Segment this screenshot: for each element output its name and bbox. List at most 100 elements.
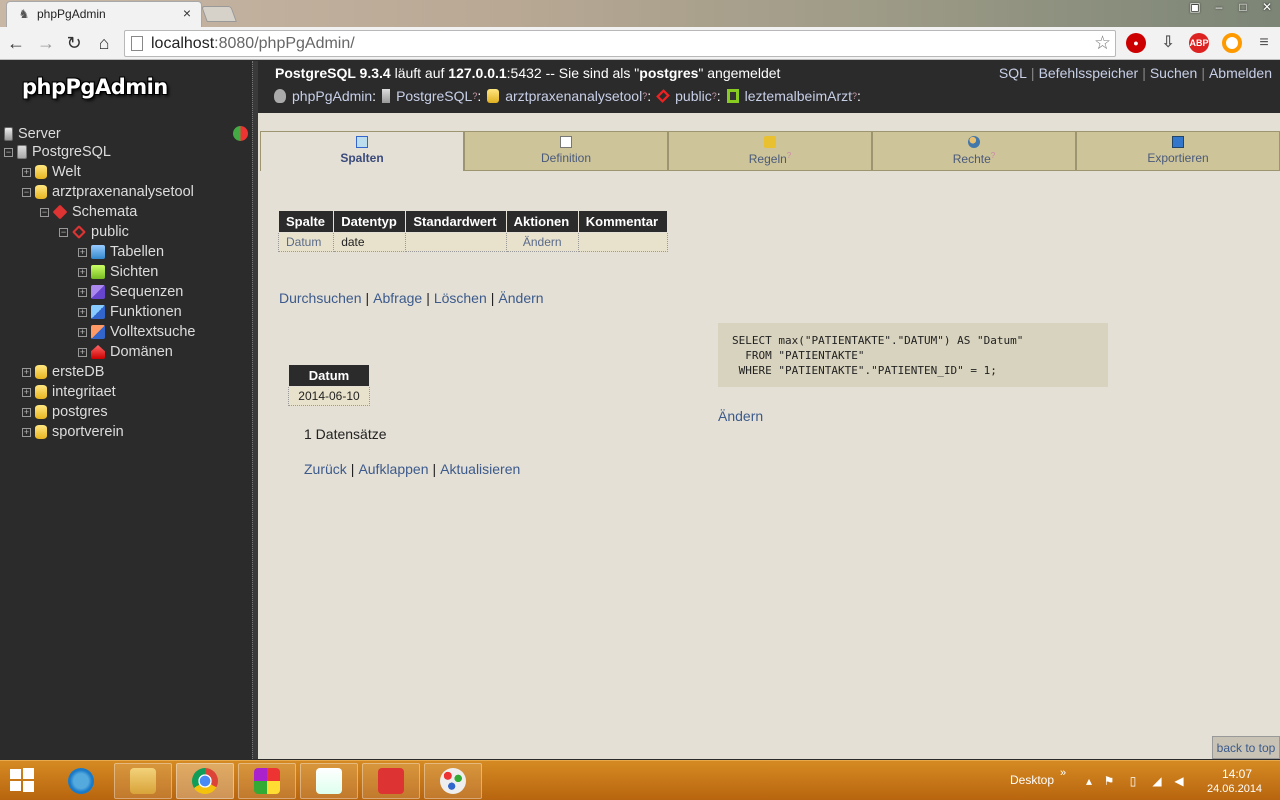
collapse-icon[interactable]: − [59,227,68,237]
top-bar: PostgreSQL 9.3.4 läuft auf 127.0.0.1:543… [258,61,1280,113]
tree-item-volltextsuche[interactable]: + Volltextsuche [78,322,195,342]
help-icon[interactable]: ? [991,151,995,160]
tree-item-sportverein[interactable]: + sportverein [22,422,124,442]
tree-item-arztpraxenanalysetool[interactable]: − arztpraxenanalysetool [22,182,194,202]
volume-icon[interactable]: ◀ [1172,774,1186,788]
tree-item-erstedb[interactable]: + ersteDB [22,362,104,382]
expand-icon[interactable]: + [78,267,87,277]
new-tab-button[interactable] [201,6,237,22]
expand-icon[interactable]: + [78,327,87,337]
expand-icon[interactable]: + [22,167,31,177]
bookmark-star-icon[interactable]: ☆ [1094,32,1111,55]
address-bar[interactable]: localhost:8080/phpPgAdmin/ ☆ [124,30,1116,57]
tab-close-icon[interactable]: × [183,5,191,21]
alter-column-link[interactable]: Ändern [505,232,579,252]
browser-tab[interactable]: ♞ phpPgAdmin × [6,1,202,27]
expand-icon[interactable]: + [78,347,87,357]
tab-exportieren[interactable]: Exportieren [1076,131,1280,171]
database-icon [35,185,47,199]
expand-icon[interactable]: + [78,287,87,297]
crumb-server[interactable]: PostgreSQL [396,88,472,104]
signal-icon[interactable]: ◢ [1150,774,1164,788]
office-icon[interactable] [238,763,296,799]
tree-item-sichten[interactable]: + Sichten [78,262,158,282]
crumb-app[interactable]: phpPgAdmin [292,88,372,104]
chevron-up-icon[interactable]: ▴ [1082,774,1096,788]
adblock-icon[interactable]: ABP [1189,33,1209,53]
expand-icon[interactable]: + [22,387,31,397]
tab-rechte[interactable]: Rechte? [872,131,1076,171]
explorer-icon[interactable] [114,763,172,799]
windows-start-icon[interactable] [10,768,36,793]
stop-icon[interactable]: ● [1126,33,1146,53]
music-icon[interactable] [362,763,420,799]
clock-time[interactable]: 14:07 [1222,767,1252,781]
flag-icon[interactable]: ⚑ [1102,774,1116,788]
download-icon[interactable]: ⇩ [1158,33,1178,53]
back-link[interactable]: Zurück [304,461,347,477]
tree-item-postgres[interactable]: + postgres [22,402,108,422]
chevron-icon[interactable]: » [1060,767,1066,779]
forward-arrow-icon[interactable]: → [36,33,56,53]
desktop-toolbar-label[interactable]: Desktop [1010,773,1054,787]
crumb-view[interactable]: leztemalbeimArzt [745,88,852,104]
tree-item-server[interactable]: Server [4,124,61,144]
expand-icon[interactable]: + [22,427,31,437]
opera-icon[interactable] [1222,33,1242,53]
columns-table: Spalte Datentyp Standardwert Aktionen Ko… [277,210,669,252]
back-to-top-button[interactable]: back to top [1212,736,1280,759]
refresh-tree-icon[interactable] [233,126,248,141]
paint-icon[interactable] [424,763,482,799]
browse-link[interactable]: Durchsuchen [279,290,362,306]
search-link[interactable]: Suchen [1150,65,1197,81]
alter-link[interactable]: Ändern [498,290,543,306]
expand-link[interactable]: Aufklappen [358,461,428,477]
edit-definition-link[interactable]: Ändern [718,408,763,424]
battery-icon[interactable]: ▯ [1126,774,1140,788]
crumb-schema[interactable]: public [675,88,712,104]
tree-item-postgresql[interactable]: − PostgreSQL [4,142,111,162]
sql-link[interactable]: SQL [999,65,1027,81]
delete-link[interactable]: Löschen [434,290,487,306]
crumb-database[interactable]: arztpraxenanalysetool [505,88,642,104]
refresh-link[interactable]: Aktualisieren [440,461,520,477]
close-window-icon[interactable]: ✕ [1260,0,1274,14]
logout-link[interactable]: Abmelden [1209,65,1272,81]
minimize-icon[interactable]: – [1212,0,1226,14]
expand-icon[interactable]: + [78,247,87,257]
column-name-cell[interactable]: Datum [277,232,335,252]
collapse-icon[interactable]: − [4,147,13,157]
expand-icon[interactable]: + [22,407,31,417]
collapse-icon[interactable]: − [40,207,49,217]
tree-item-domaenen[interactable]: + Domänen [78,342,173,362]
tree-item-welt[interactable]: + Welt [22,162,81,182]
history-link[interactable]: Befehlsspeicher [1039,65,1139,81]
tab-definition[interactable]: Definition [464,131,668,171]
menu-icon[interactable]: ≡ [1254,33,1274,53]
tab-spalten[interactable]: Spalten [260,131,464,171]
ie-icon[interactable] [52,763,110,799]
expand-icon[interactable]: + [22,367,31,377]
clock-date[interactable]: 24.06.2014 [1207,783,1262,795]
row-count: 1 Datensätze [304,426,387,442]
back-arrow-icon[interactable]: ← [6,33,26,53]
query-link[interactable]: Abfrage [373,290,422,306]
page-icon [131,36,143,51]
chrome-icon[interactable] [176,763,234,799]
tab-regeln[interactable]: Regeln? [668,131,872,171]
notepad-icon[interactable] [300,763,358,799]
tree-item-sequenzen[interactable]: + Sequenzen [78,282,183,302]
url-text: localhost:8080/phpPgAdmin/ [151,35,355,52]
tree-item-funktionen[interactable]: + Funktionen [78,302,182,322]
collapse-icon[interactable]: − [22,187,31,197]
expand-icon[interactable]: + [78,307,87,317]
tree-item-public[interactable]: − public [59,222,129,242]
tree-item-schemata[interactable]: − Schemata [40,202,137,222]
help-icon[interactable]: ? [787,151,791,160]
maximize-icon[interactable]: □ [1236,0,1250,14]
home-icon[interactable]: ⌂ [94,33,114,53]
user-icon[interactable]: ▣ [1188,0,1202,14]
tree-item-tabellen[interactable]: + Tabellen [78,242,164,262]
reload-icon[interactable]: ↻ [64,33,84,53]
tree-item-integritaet[interactable]: + integritaet [22,382,116,402]
